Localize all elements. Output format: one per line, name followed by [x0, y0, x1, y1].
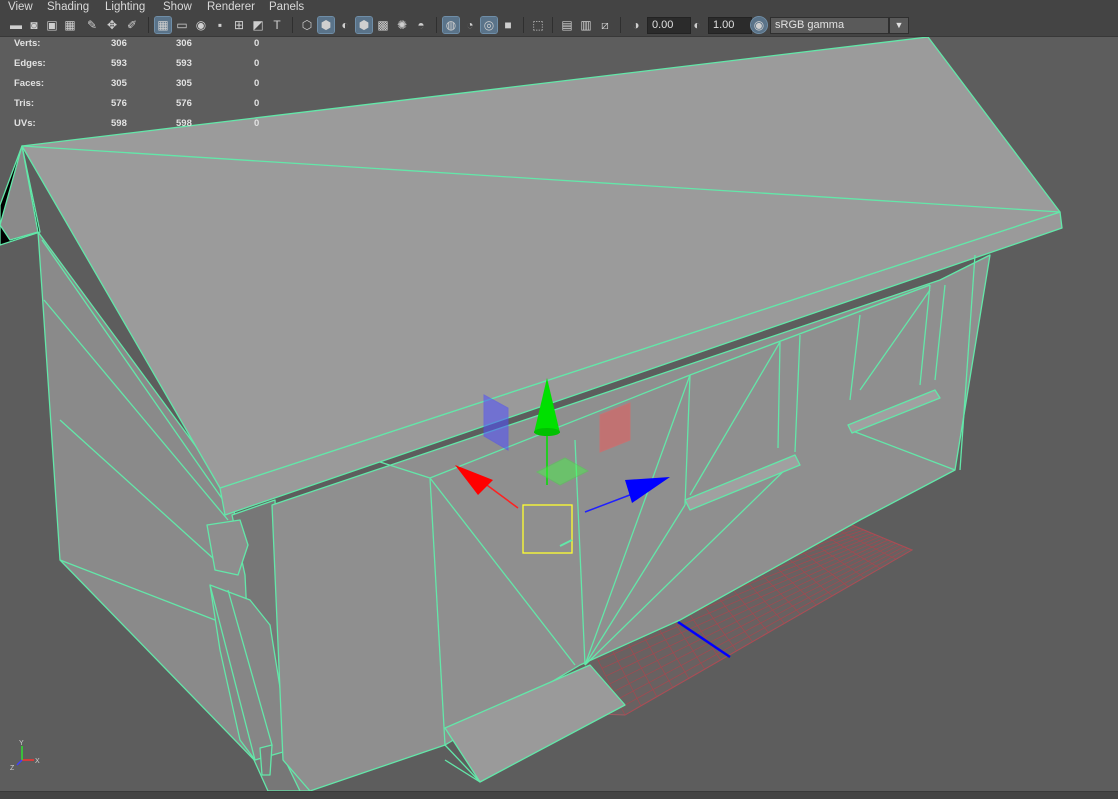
color-management-icon[interactable]: ◉: [750, 16, 768, 34]
hud-value: 576: [111, 98, 127, 109]
xray-active-components-icon[interactable]: ▥: [578, 17, 594, 33]
xray-icon[interactable]: ▤: [559, 17, 575, 33]
menu-view[interactable]: View: [8, 0, 33, 14]
bookmark-icon[interactable]: ▣: [44, 17, 60, 33]
use-all-lights-icon[interactable]: ✺: [394, 17, 410, 33]
depth-of-field-icon[interactable]: ■: [500, 17, 516, 33]
smooth-shade-icon[interactable]: ⬢: [317, 16, 335, 34]
hud-value: 598: [176, 118, 192, 129]
safe-action-icon[interactable]: ◩: [250, 17, 266, 33]
grid-icon[interactable]: ▦: [154, 16, 172, 34]
hud-value: 0: [254, 38, 260, 49]
hud-value: 306: [176, 38, 192, 49]
2d-pan-zoom-icon[interactable]: ✥: [104, 17, 120, 33]
camera-icon[interactable]: ▬: [8, 17, 24, 33]
toolbar-separator: [523, 17, 524, 33]
toolbar-separator: [620, 17, 621, 33]
poly-count-hud: Verts: 306 306 0 Edges: 593 593 0 Faces:…: [0, 37, 280, 137]
axis-y-label: Y: [19, 740, 24, 747]
axis-x-label: X: [35, 758, 40, 765]
xray-joints-icon[interactable]: ⧄: [597, 17, 613, 33]
axis-z-label: Z: [10, 765, 15, 772]
chevron-down-icon[interactable]: ▼: [889, 17, 909, 34]
menu-show[interactable]: Show: [163, 0, 192, 14]
panel-menu-bar: View Shading Lighting Show Renderer Pane…: [0, 0, 1118, 14]
safe-title-icon[interactable]: T: [269, 17, 285, 33]
hud-value: 305: [111, 78, 127, 89]
motion-blur-icon[interactable]: ◔: [462, 17, 478, 33]
panel-toolbar: ▬ ◙ ▣ ▦ ✎ ✥ ✐ ▦ ▭ ◉ ▪ ⊞ ◩ T ⬡ ⬢ ◐ ⬢ ▩ ✺ …: [0, 14, 1118, 37]
gamma-field[interactable]: 1.00: [708, 17, 752, 34]
toolbar-separator: [552, 17, 553, 33]
hud-row-edges: Edges: 593 593 0: [0, 58, 280, 70]
hud-value: 593: [176, 58, 192, 69]
grease-pencil-icon[interactable]: ✎: [84, 17, 100, 33]
hud-label: Tris:: [14, 98, 35, 109]
hud-value: 305: [176, 78, 192, 89]
hud-value: 0: [254, 78, 260, 89]
menu-renderer[interactable]: Renderer: [207, 0, 255, 14]
hud-label: UVs:: [14, 118, 36, 129]
exposure-icon[interactable]: ◑: [628, 17, 644, 33]
textured-icon[interactable]: ▩: [375, 17, 391, 33]
default-material-icon[interactable]: ◐: [337, 17, 353, 33]
wireframe-icon[interactable]: ⬡: [299, 17, 315, 33]
shadows-icon[interactable]: ◓: [413, 17, 429, 33]
hud-row-verts: Verts: 306 306 0: [0, 38, 280, 50]
hud-value: 0: [254, 118, 260, 129]
film-gate-icon[interactable]: ▭: [174, 17, 190, 33]
camera-attributes-icon[interactable]: ◙: [26, 17, 42, 33]
hud-label: Edges:: [14, 58, 46, 69]
hud-label: Verts:: [14, 38, 41, 49]
menu-panels[interactable]: Panels: [269, 0, 304, 14]
hud-value: 576: [176, 98, 192, 109]
hud-value: 593: [111, 58, 127, 69]
hud-value: 598: [111, 118, 127, 129]
gate-mask-icon[interactable]: ▪: [212, 17, 228, 33]
menu-lighting[interactable]: Lighting: [105, 0, 145, 14]
resolution-gate-icon[interactable]: ◉: [193, 17, 209, 33]
multisample-aa-icon[interactable]: ◎: [480, 16, 498, 34]
gamma-icon[interactable]: ◐: [689, 17, 705, 33]
view-transform-select[interactable]: sRGB gamma: [770, 17, 889, 34]
image-plane-icon[interactable]: ▦: [62, 17, 78, 33]
toolbar-separator: [292, 17, 293, 33]
field-chart-icon[interactable]: ⊞: [231, 17, 247, 33]
hud-value: 306: [111, 38, 127, 49]
isolate-select-icon[interactable]: ⬚: [530, 17, 546, 33]
brush-icon[interactable]: ✐: [124, 17, 140, 33]
hud-row-uvs: UVs: 598 598 0: [0, 118, 280, 130]
viewport-3d[interactable]: X Y Z: [0, 37, 1118, 791]
menu-shading[interactable]: Shading: [47, 0, 89, 14]
hud-value: 0: [254, 98, 260, 109]
screen-space-ao-icon[interactable]: ◍: [442, 16, 460, 34]
hud-row-faces: Faces: 305 305 0: [0, 78, 280, 90]
hud-value: 0: [254, 58, 260, 69]
wireframe-on-shaded-icon[interactable]: ⬢: [355, 16, 373, 34]
hud-label: Faces:: [14, 78, 45, 89]
hud-row-tris: Tris: 576 576 0: [0, 98, 280, 110]
toolbar-separator: [436, 17, 437, 33]
toolbar-separator: [148, 17, 149, 33]
exposure-field[interactable]: 0.00: [647, 17, 691, 34]
